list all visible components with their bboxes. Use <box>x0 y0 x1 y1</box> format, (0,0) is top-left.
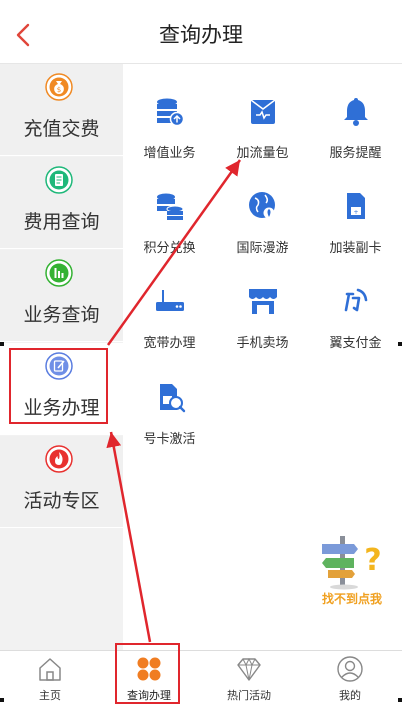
bar-chart-icon <box>45 259 73 287</box>
grid-item-label: 积分兑换 <box>143 241 196 256</box>
money-bag-icon: $ <box>45 73 73 101</box>
grid-item-broadband[interactable]: 宽带办理 <box>123 268 216 363</box>
sidebar-item-label: 充值交费 <box>23 118 100 140</box>
grid-item-label: 翼支付金 <box>329 336 382 351</box>
corner-mark <box>0 698 4 702</box>
grid-item-phone-store[interactable]: 手机卖场 <box>216 268 309 363</box>
sidebar-item-activities[interactable]: 活动专区 <box>0 436 123 528</box>
grid-item-label: 号卡激活 <box>143 432 196 447</box>
tab-label: 主页 <box>39 689 61 702</box>
sidebar-item-label: 活动专区 <box>23 490 100 512</box>
bottom-tab-bar: 主页 查询办理 热门活动 我的 <box>0 650 402 704</box>
svg-text:?: ? <box>364 543 381 578</box>
highlight-box-business-handling <box>9 348 108 424</box>
wing-pay-icon <box>344 288 368 312</box>
grid-item-label: 国际漫游 <box>236 241 289 256</box>
svg-text:+: + <box>353 209 358 216</box>
coins-icon <box>157 193 184 220</box>
sidebar-item-service-query[interactable]: 业务查询 <box>0 250 123 342</box>
grid-item-service-reminder[interactable]: 服务提醒 <box>309 78 402 173</box>
grid-item-value-added[interactable]: 增值业务 <box>123 78 216 173</box>
sidebar-item-label: 费用查询 <box>23 211 100 233</box>
router-icon <box>156 290 184 311</box>
grid-item-card-activation[interactable]: 号卡激活 <box>123 364 216 459</box>
grid-item-label: 宽带办理 <box>143 336 196 351</box>
status-bar <box>0 0 402 8</box>
corner-mark <box>0 342 4 346</box>
bill-icon <box>45 166 73 194</box>
grid-item-label: 加流量包 <box>236 146 289 161</box>
diamond-icon <box>237 657 261 681</box>
highlight-box-query-tab <box>115 643 180 704</box>
bell-icon <box>344 98 368 126</box>
sim-activate-icon <box>160 384 186 413</box>
help-float-button[interactable]: ? 找不到点我 <box>314 536 390 608</box>
grid-item-label: 增值业务 <box>143 146 196 161</box>
store-icon <box>249 289 277 314</box>
sim-card-icon: + <box>347 193 365 219</box>
sidebar-item-bill-query[interactable]: 费用查询 <box>0 157 123 249</box>
data-pack-icon <box>250 99 276 124</box>
tab-mine[interactable]: 我的 <box>300 651 400 704</box>
help-label: 找不到点我 <box>321 592 382 606</box>
corner-mark <box>398 342 402 346</box>
grid-item-label: 加装副卡 <box>329 241 382 256</box>
grid-item-label: 手机卖场 <box>236 336 289 351</box>
fire-icon <box>45 445 73 473</box>
grid-item-extra-card[interactable]: + 加装副卡 <box>309 173 402 268</box>
sidebar-item-label: 业务查询 <box>23 304 100 326</box>
grid-item-data-pack[interactable]: 加流量包 <box>216 78 309 173</box>
signpost-question-icon: ? <box>322 536 382 590</box>
corner-mark <box>398 698 402 702</box>
tab-hot-activities[interactable]: 热门活动 <box>199 651 299 704</box>
header: 查询办理 <box>0 8 402 64</box>
globe-icon <box>249 192 275 219</box>
tab-home[interactable]: 主页 <box>0 651 100 704</box>
home-icon <box>39 658 61 681</box>
svg-text:$: $ <box>57 86 61 94</box>
tab-label: 我的 <box>339 689 361 702</box>
grid-item-roaming[interactable]: 国际漫游 <box>216 173 309 268</box>
user-icon <box>337 656 363 682</box>
tab-label: 热门活动 <box>227 689 271 702</box>
grid-item-points-exchange[interactable]: 积分兑换 <box>123 173 216 268</box>
sidebar-item-recharge[interactable]: $ 充值交费 <box>0 64 123 156</box>
database-upload-icon <box>157 98 185 127</box>
grid-item-label: 服务提醒 <box>329 146 382 161</box>
grid-item-wing-pay[interactable]: 翼支付金 <box>309 268 402 363</box>
page-title: 查询办理 <box>159 23 243 47</box>
